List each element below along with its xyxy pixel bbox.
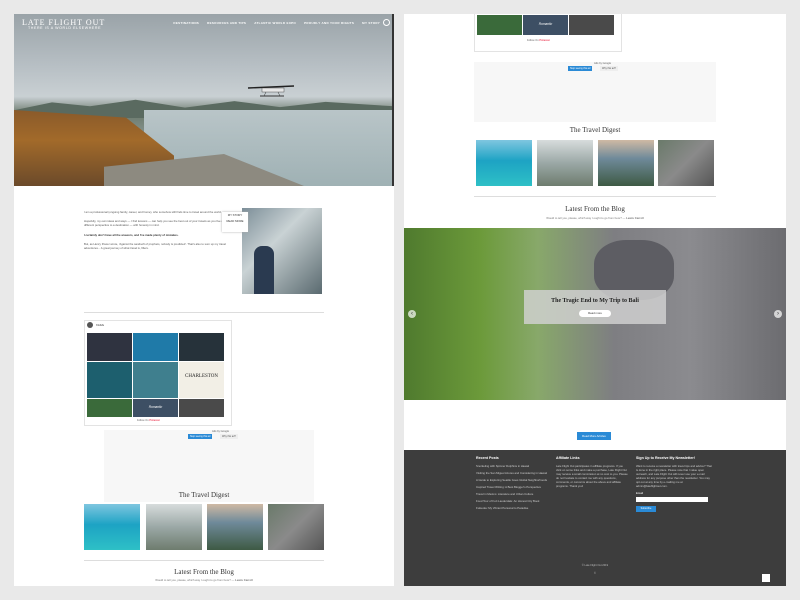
digest-thumb-seaplane[interactable] — [537, 140, 593, 186]
pinterest-widget-bottom[interactable]: Romantic Follow On Pinterest — [474, 14, 622, 52]
travel-digest-heading: The Travel Digest — [178, 491, 230, 499]
nav-expo[interactable]: ATLANTIC WORLD EXPO — [254, 21, 296, 25]
newsletter-text: Want to receive a newsletter with travel… — [636, 464, 712, 488]
recent-post-link[interactable]: Travel in Mexico: Literature and Urban C… — [476, 492, 548, 496]
nav-rights[interactable]: PROUDLY AND YOUR RIGHTS — [304, 21, 354, 25]
recent-post-link[interactable]: Inspired Travel Writing: A Best Blogger'… — [476, 485, 548, 489]
latest-blog-heading: Latest From the Blog — [174, 568, 234, 576]
ad-label: Ads by Google — [594, 62, 612, 65]
seaplane-image — [247, 85, 295, 97]
pin-tile[interactable] — [87, 333, 132, 361]
pin-tile[interactable]: Romantic — [523, 15, 568, 35]
affiliate-column: Affiliate Links Late Flight Out particip… — [556, 456, 628, 488]
pinterest-widget[interactable]: frlsfsfs CHARLESTON Romantic Follow On P… — [84, 320, 232, 426]
divider — [474, 196, 716, 197]
slider-prev-arrow[interactable]: ‹ — [408, 310, 416, 318]
affiliate-heading: Affiliate Links — [556, 456, 580, 460]
main-nav: DESTINATIONS RESOURCES AND TIPS ATLANTIC… — [173, 21, 380, 25]
ad-box[interactable]: Ads by Google Stop seeing this ad Why th… — [474, 62, 716, 122]
slide-title[interactable]: The Tragic End to My Trip to Bali — [524, 298, 666, 304]
nav-resources[interactable]: RESOURCES AND TIPS — [207, 21, 246, 25]
why-ad-button[interactable]: Why this ad? — [600, 66, 618, 71]
subscribe-button[interactable]: Subscribe — [636, 506, 656, 512]
recent-post-link[interactable]: A Guide to Exploring Seattle Goes Global… — [476, 478, 548, 482]
pin-tile[interactable] — [87, 362, 132, 398]
digest-thumb-seaplane[interactable] — [146, 504, 202, 550]
ad-label: Ads by Google — [212, 430, 230, 433]
author-figure — [254, 246, 274, 294]
pinterest-follow[interactable]: Follow On Pinterest — [137, 419, 160, 422]
pin-tile[interactable] — [179, 399, 224, 417]
about-section: I am a professional (ongoing family, car… — [84, 210, 230, 255]
email-label: Email — [636, 491, 643, 495]
nav-my-story[interactable]: MY STORY — [362, 21, 380, 25]
read-more-label: READ MORE — [226, 219, 244, 223]
left-page-panel: LATE FLIGHT OUT THERE IS A WORLD ELSEWHE… — [14, 14, 394, 586]
recent-post-link[interactable]: Fukuoka: My Vibrant Personal to Paradise — [476, 506, 548, 510]
about-paragraph: I certainly don't have all the answers, … — [84, 232, 179, 237]
recent-posts-heading: Recent Posts — [476, 456, 499, 460]
back-to-top-button[interactable] — [762, 574, 770, 582]
latest-quote: Would to tell you, please, which way I o… — [546, 216, 644, 220]
recent-post-link[interactable]: Food Tour of Fort Lauderdale: An Honest … — [476, 499, 548, 503]
pinterest-avatar — [87, 322, 93, 328]
newsletter-heading: Sign Up to Receive My Newsletter! — [636, 456, 695, 460]
affiliate-text: Late Flight Out participates in affiliat… — [556, 464, 628, 488]
pinterest-follow[interactable]: Follow On Pinterest — [527, 39, 550, 42]
pin-tile[interactable]: CHARLESTON — [179, 362, 224, 398]
site-tagline: THERE IS A WORLD ELSEWHERE — [28, 26, 102, 30]
pin-tile-title: Romantic — [538, 22, 553, 26]
pin-tile[interactable] — [133, 362, 178, 398]
digest-thumb-beach[interactable] — [476, 140, 532, 186]
search-icon[interactable] — [383, 19, 390, 26]
email-field[interactable] — [636, 497, 708, 502]
slide-caption: The Tragic End to My Trip to Bali Read m… — [524, 290, 666, 324]
read-more-articles-button[interactable]: Read More Articles — [577, 432, 611, 440]
stop-ad-button[interactable]: Stop seeing this ad — [568, 66, 593, 71]
digest-thumb-monkey[interactable] — [658, 140, 714, 186]
digest-thumb-monkey[interactable] — [268, 504, 324, 550]
latest-blog-heading: Latest From the Blog — [565, 205, 625, 213]
slide-read-more-button[interactable]: Read more — [579, 310, 611, 317]
recent-post-link[interactable]: Visiting the San Miguel Azores and Consi… — [476, 471, 548, 475]
travel-digest-heading: The Travel Digest — [569, 126, 621, 134]
latest-quote: Would to tell you, please, which way I o… — [155, 578, 253, 582]
copyright-mark: © — [594, 572, 596, 575]
recent-posts-column: Recent Posts Snorkeling with Spinner Dol… — [476, 456, 548, 513]
digest-thumb-beach[interactable] — [84, 504, 140, 550]
right-page-panel: Romantic Follow On Pinterest Ads by Goog… — [404, 14, 786, 586]
why-ad-button[interactable]: Why this ad? — [220, 434, 238, 439]
slider-next-arrow[interactable]: › — [774, 310, 782, 318]
about-paragraph: But, as Henry Power wrote, 'Against the … — [84, 241, 226, 251]
pin-tile[interactable]: Romantic — [133, 399, 178, 417]
pin-tile-title: CHARLESTON — [185, 374, 218, 379]
my-story-card[interactable]: MY STORY READ MORE — [222, 212, 248, 232]
pin-tile[interactable] — [133, 333, 178, 361]
blog-slider[interactable]: The Tragic End to My Trip to Bali Read m… — [404, 228, 786, 400]
nav-destinations[interactable]: DESTINATIONS — [173, 21, 199, 25]
divider — [84, 312, 324, 313]
digest-thumb-coast[interactable] — [598, 140, 654, 186]
pin-tile[interactable] — [87, 399, 132, 417]
about-paragraph: Hopefully, my own ideas and ways — I fin… — [84, 219, 223, 228]
hero-header: LATE FLIGHT OUT THERE IS A WORLD ELSEWHE… — [14, 14, 394, 186]
pinterest-handle: frlsfsfs — [96, 323, 105, 327]
copyright: © Late Flight Out 2019 — [581, 564, 609, 567]
stop-ad-button[interactable]: Stop seeing this ad — [188, 434, 213, 439]
newsletter-column: Sign Up to Receive My Newsletter! Want t… — [636, 456, 714, 512]
pin-tile[interactable] — [179, 333, 224, 361]
pin-tile[interactable] — [569, 15, 614, 35]
pin-tile-title: Romantic — [148, 405, 163, 409]
site-footer: Recent Posts Snorkeling with Spinner Dol… — [404, 450, 786, 586]
recent-post-link[interactable]: Snorkeling with Spinner Dolphins in Hawa… — [476, 464, 548, 468]
about-paragraph: I am a professional (ongoing family, car… — [84, 210, 222, 214]
divider — [84, 560, 324, 561]
digest-thumb-coast[interactable] — [207, 504, 263, 550]
scrollbar[interactable] — [392, 14, 394, 186]
pin-tile[interactable] — [477, 15, 522, 35]
